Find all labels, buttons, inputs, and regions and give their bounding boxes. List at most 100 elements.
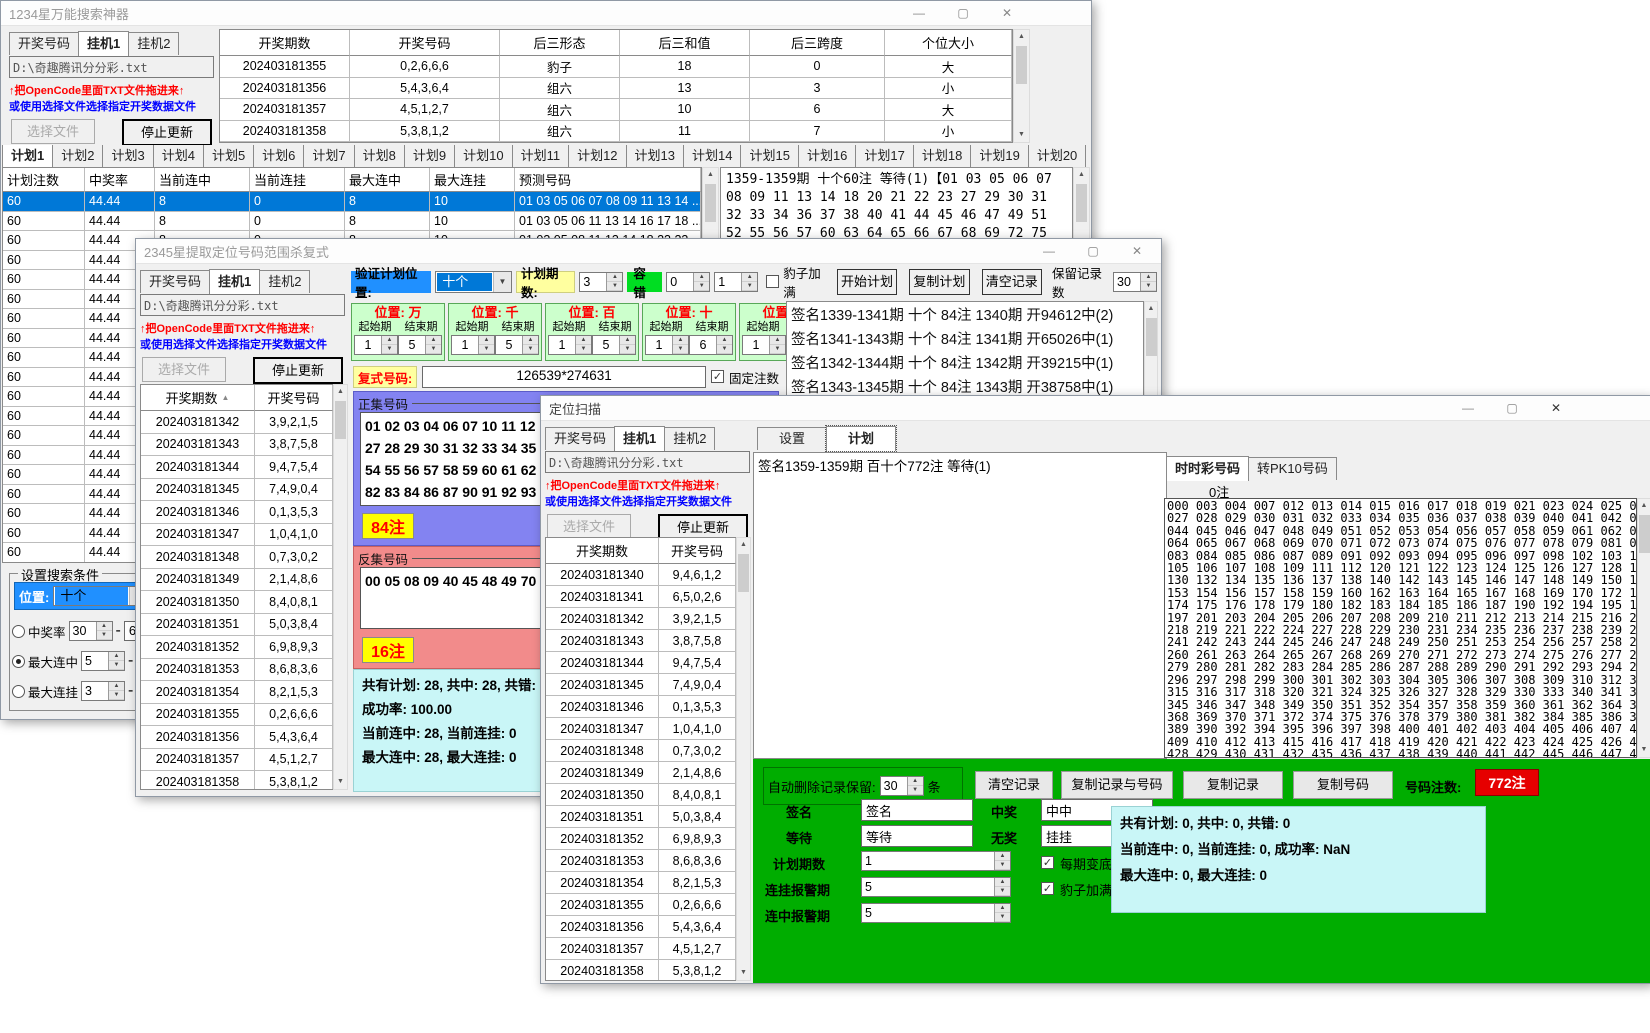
table-row[interactable]: 2024031813471,0,4,1,0 <box>546 718 736 740</box>
table-row[interactable]: 2024031813471,0,4,1,0 <box>141 524 333 547</box>
minimize-icon[interactable]: — <box>1027 239 1071 264</box>
tab-转PK10号码[interactable]: 转PK10号码 <box>1248 457 1337 480</box>
table-row[interactable]: 2024031813538,6,8,3,6 <box>141 659 333 682</box>
tab-计划18[interactable]: 计划18 <box>913 145 971 167</box>
table-row[interactable]: 2024031813423,9,2,1,5 <box>141 411 333 434</box>
table-row[interactable]: 2024031813585,3,8,1,2 <box>546 960 736 981</box>
column-header-0[interactable]: 计划注数 <box>3 168 85 192</box>
table-row[interactable]: 2024031813460,1,3,5,3 <box>141 501 333 524</box>
close-icon[interactable]: ✕ <box>1534 396 1578 421</box>
table-row[interactable]: 2024031813457,4,9,0,4 <box>141 479 333 502</box>
win3-titlebar[interactable]: 定位扫描 — ▢ ✕ <box>541 396 1650 421</box>
table-row[interactable]: 2024031813548,2,1,5,3 <box>141 681 333 704</box>
close-icon[interactable]: ✕ <box>1115 239 1159 264</box>
spinner[interactable]: 5▲▼ <box>495 335 539 355</box>
tab-计划5[interactable]: 计划5 <box>203 145 254 167</box>
tab-挂机2[interactable]: 挂机2 <box>128 32 179 55</box>
tab-挂机1[interactable]: 挂机1 <box>614 426 665 451</box>
table-row[interactable]: 2024031813574,5,1,2,7 <box>141 749 333 772</box>
table-row[interactable]: 2024031813423,9,2,1,5 <box>546 608 736 630</box>
tab-挂机2[interactable]: 挂机2 <box>664 427 715 450</box>
choose-file-button[interactable]: 选择文件 <box>547 514 631 539</box>
chevron-down-icon[interactable]: ▼ <box>493 272 511 292</box>
stop-update-button[interactable]: 停止更新 <box>122 119 212 146</box>
table-row[interactable]: 2024031813550,2,6,6,6 <box>141 704 333 727</box>
table-row[interactable]: 2024031813565,4,3,6,4 <box>141 726 333 749</box>
column-header-1[interactable]: 开奖号码 <box>350 30 500 56</box>
table-row[interactable]: 2024031813409,4,6,1,2 <box>546 564 736 586</box>
table-row[interactable]: 2024031813480,7,3,0,2 <box>141 546 333 569</box>
spinner-buttons[interactable]: ▲▼ <box>769 336 785 354</box>
spinner-buttons[interactable]: ▲▼ <box>108 682 124 700</box>
column-header-5[interactable]: 个位大小 <box>885 30 1012 56</box>
spinner-buttons[interactable]: ▲▼ <box>716 336 732 354</box>
table-row[interactable]: 2024031813416,5,0,2,6 <box>546 586 736 608</box>
number-grid-scrollbar[interactable]: ▲▼ <box>1637 498 1650 758</box>
spinner-buttons[interactable]: ▲▼ <box>425 336 441 354</box>
tab-设置[interactable]: 设置 <box>757 427 827 450</box>
close-icon[interactable]: ✕ <box>985 1 1029 26</box>
table-row[interactable]: 2024031813565,4,3,6,4组六133小 <box>220 78 1012 100</box>
copy-records-numbers-button[interactable]: 复制记录与号码 <box>1061 771 1173 799</box>
table-row[interactable]: 6044.448081001 03 05 06 07 08 09 11 13 1… <box>3 192 701 212</box>
spinner[interactable]: 3▲▼ <box>81 681 125 701</box>
tolerance-spinner-2[interactable]: 1▲▼ <box>714 272 758 292</box>
position-combobox[interactable]: 十个 ▼ <box>53 586 148 606</box>
column-header-3[interactable]: 后三和值 <box>620 30 750 56</box>
file-path-field[interactable]: D:\奇趣腾讯分分彩.txt <box>9 56 214 78</box>
baozi-full-checkbox[interactable]: ✓ <box>1041 880 1054 898</box>
spinner-buttons[interactable]: ▲▼ <box>619 336 635 354</box>
spinner[interactable]: 1▲▼ <box>451 335 495 355</box>
verify-pos-combobox[interactable]: 十个 ▼ <box>435 271 512 293</box>
spinner[interactable]: 1▲▼ <box>548 335 592 355</box>
table-row[interactable]: 2024031813515,0,3,8,4 <box>546 806 736 828</box>
column-header-0[interactable]: 开奖期数 ▲ <box>141 385 255 411</box>
table-row[interactable]: 2024031813492,1,4,8,6 <box>546 762 736 784</box>
table-row[interactable]: 2024031813526,9,8,9,3 <box>546 828 736 850</box>
table-row[interactable]: 2024031813574,5,1,2,7 <box>546 938 736 960</box>
spinner-buttons[interactable]: ▲▼ <box>478 336 494 354</box>
change-base-checkbox[interactable]: ✓ <box>1041 854 1054 872</box>
tab-计划20[interactable]: 计划20 <box>1028 145 1086 167</box>
table-row[interactable]: 2024031813433,8,7,5,8 <box>141 434 333 457</box>
tab-时时彩号码[interactable]: 时时彩号码 <box>1166 456 1249 481</box>
win-alarm-spinner[interactable]: 5▲▼ <box>861 903 1011 923</box>
copy-plan-button[interactable]: 复制计划 <box>909 269 969 295</box>
tab-计划17[interactable]: 计划17 <box>855 145 913 167</box>
file-path-field[interactable]: D:\奇趣腾讯分分彩.txt <box>140 294 345 316</box>
column-header-1[interactable]: 开奖号码 <box>659 538 736 564</box>
table-row[interactable]: 2024031813550,2,6,6,6豹子180大 <box>220 56 1012 78</box>
tab-挂机1[interactable]: 挂机1 <box>78 31 129 56</box>
copy-numbers-button[interactable]: 复制号码 <box>1293 771 1393 799</box>
column-header-3[interactable]: 当前连挂 <box>250 168 345 192</box>
spinner[interactable]: 5▲▼ <box>81 651 125 671</box>
spinner-buttons[interactable]: ▲▼ <box>672 336 688 354</box>
column-header-0[interactable]: 开奖期数 <box>546 538 659 564</box>
win2-titlebar[interactable]: 2345星提取定位号码范围杀复式 — ▢ ✕ <box>136 239 1161 264</box>
choose-file-button[interactable]: 选择文件 <box>142 357 226 382</box>
table-row[interactable]: 2024031813585,3,8,1,2组六117小 <box>220 121 1012 143</box>
wait-text-field[interactable]: 等待 <box>861 825 973 847</box>
column-header-4[interactable]: 后三跨度 <box>750 30 885 56</box>
maximize-icon[interactable]: ▢ <box>941 1 985 26</box>
signature-field[interactable]: 签名 <box>861 799 973 821</box>
period-spinner[interactable]: 3▲▼ <box>579 272 623 292</box>
spinner-buttons[interactable]: ▲▼ <box>381 336 397 354</box>
tab-计划12[interactable]: 计划12 <box>568 145 626 167</box>
tab-计划6[interactable]: 计划6 <box>253 145 304 167</box>
table-row[interactable]: 2024031813550,2,6,6,6 <box>546 894 736 916</box>
tab-计划[interactable]: 计划 <box>826 426 896 451</box>
keep-records-spinner[interactable]: 30▲▼ <box>1113 272 1157 292</box>
radio-最大连挂[interactable] <box>12 685 25 698</box>
start-plan-button[interactable]: 开始计划 <box>837 269 897 295</box>
spinner[interactable]: 1▲▼ <box>354 335 398 355</box>
clear-records-button[interactable]: 清空记录 <box>975 771 1053 799</box>
radio-最大连中[interactable] <box>12 655 25 668</box>
table-row[interactable]: 2024031813574,5,1,2,7组六106大 <box>220 99 1012 121</box>
table-row[interactable]: 6044.448081001 03 05 06 11 13 14 16 17 1… <box>3 212 701 232</box>
spinner[interactable]: 1▲▼ <box>645 335 689 355</box>
tab-挂机2[interactable]: 挂机2 <box>259 270 310 293</box>
table-row[interactable]: 2024031813548,2,1,5,3 <box>546 872 736 894</box>
stop-update-button[interactable]: 停止更新 <box>253 357 343 384</box>
choose-file-button[interactable]: 选择文件 <box>11 119 95 144</box>
